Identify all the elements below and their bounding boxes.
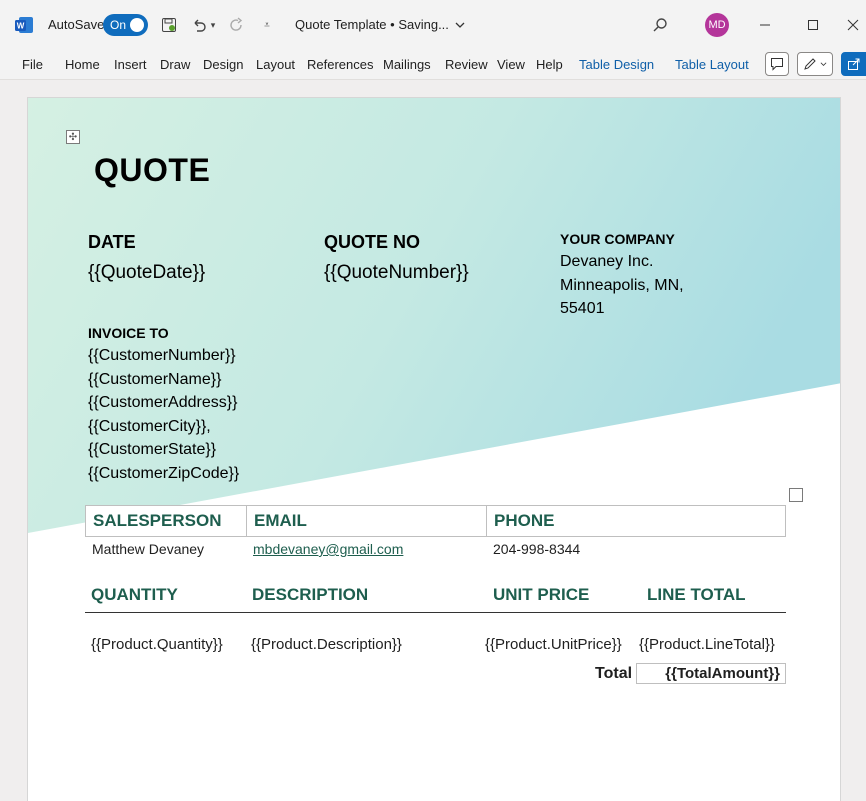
share-icon xyxy=(847,58,859,70)
quote-no-label: QUOTE NO xyxy=(324,232,421,252)
tab-table-design[interactable]: Table Design xyxy=(579,57,654,72)
tab-references[interactable]: References xyxy=(307,57,373,72)
phone-header[interactable]: PHONE xyxy=(487,506,785,536)
document-title-text: Quote Template • Saving... xyxy=(295,17,449,32)
undo-dropdown-chevron-icon[interactable]: ▾ xyxy=(206,14,220,36)
product-line-total-cell[interactable]: {{Product.LineTotal}} xyxy=(639,636,775,653)
company-address: Devaney Inc. Minneapolis, MN, 55401 xyxy=(560,250,684,321)
unit-price-header[interactable]: UNIT PRICE xyxy=(493,585,589,605)
autosave-state: On xyxy=(110,18,127,32)
header-divider xyxy=(85,612,786,613)
tab-layout[interactable]: Layout xyxy=(256,57,295,72)
autosave-label: AutoSave xyxy=(48,17,105,32)
invoice-line: {{CustomerNumber}} xyxy=(88,347,236,364)
comment-icon xyxy=(771,58,783,71)
tab-design[interactable]: Design xyxy=(203,57,243,72)
title-bar: W AutoSave On ▾ ⩡ Quote Template • Savin… xyxy=(0,0,866,50)
tab-view[interactable]: View xyxy=(497,57,525,72)
minimize-button[interactable] xyxy=(752,12,778,38)
tab-draw[interactable]: Draw xyxy=(160,57,190,72)
svg-text:W: W xyxy=(17,22,25,31)
invoice-line: {{CustomerCity}}, xyxy=(88,417,211,435)
email-header[interactable]: EMAIL xyxy=(247,506,487,536)
tab-insert[interactable]: Insert xyxy=(114,57,147,72)
table-resize-handle[interactable] xyxy=(789,488,803,502)
ribbon-tabs: File Home Insert Draw Design Layout Refe… xyxy=(0,50,866,80)
tab-table-layout[interactable]: Table Layout xyxy=(675,57,749,72)
share-button[interactable] xyxy=(841,52,866,76)
company-line: 55401 xyxy=(560,300,605,317)
product-unit-price-cell[interactable]: {{Product.UnitPrice}} xyxy=(485,636,622,653)
avatar-initials: MD xyxy=(708,19,726,31)
company-label: YOUR COMPANY xyxy=(560,231,675,247)
description-header[interactable]: DESCRIPTION xyxy=(252,585,368,605)
comments-button[interactable] xyxy=(765,52,789,76)
close-button[interactable] xyxy=(840,12,866,38)
chevron-down-icon xyxy=(455,22,465,28)
invoice-line: {{CustomerAddress}} xyxy=(88,394,238,411)
avatar[interactable]: MD xyxy=(705,13,729,37)
save-icon[interactable] xyxy=(158,14,180,36)
tab-file[interactable]: File xyxy=(22,57,43,72)
invoice-to-label: INVOICE TO xyxy=(88,325,169,341)
product-quantity-cell[interactable]: {{Product.Quantity}} xyxy=(91,636,223,653)
chevron-down-icon xyxy=(820,61,827,66)
quantity-header[interactable]: QUANTITY xyxy=(91,585,178,605)
line-total-header[interactable]: LINE TOTAL xyxy=(647,585,746,605)
tab-home[interactable]: Home xyxy=(65,57,100,72)
customize-toolbar-icon[interactable]: ⩡ xyxy=(256,14,278,36)
autosave-toggle[interactable]: On xyxy=(103,14,148,36)
tab-review[interactable]: Review xyxy=(445,57,488,72)
salesperson-name[interactable]: Matthew Devaney xyxy=(92,541,204,557)
quote-title: QUOTE xyxy=(94,152,211,188)
date-value: {{QuoteDate}} xyxy=(88,262,206,283)
tab-mailings[interactable]: Mailings xyxy=(383,57,431,72)
redo-icon[interactable] xyxy=(226,14,248,36)
salesperson-phone[interactable]: 204-998-8344 xyxy=(493,541,580,557)
product-description-cell[interactable]: {{Product.Description}} xyxy=(251,636,402,653)
document-canvas[interactable]: ✣ QUOTE DATE {{QuoteDate}} QUOTE NO {{Qu… xyxy=(0,80,866,801)
invoice-line: {{CustomerState}} xyxy=(88,441,217,458)
document-title[interactable]: Quote Template • Saving... xyxy=(295,17,465,32)
invoice-to-block: {{CustomerNumber}} {{CustomerName}} {{Cu… xyxy=(88,344,239,485)
salesperson-email-link[interactable]: mbdevaney@gmail.com xyxy=(253,541,403,557)
word-logo-icon[interactable]: W xyxy=(14,15,34,35)
tab-help[interactable]: Help xyxy=(536,57,563,72)
invoice-line: {{CustomerName}} xyxy=(88,370,222,388)
document-page[interactable]: ✣ QUOTE DATE {{QuoteDate}} QUOTE NO {{Qu… xyxy=(27,97,841,801)
maximize-button[interactable] xyxy=(800,12,826,38)
search-icon[interactable] xyxy=(649,14,671,36)
quote-no-value: {{QuoteNumber}} xyxy=(324,262,469,283)
salesperson-header[interactable]: SALESPERSON xyxy=(86,506,247,536)
company-line: Devaney Inc. xyxy=(560,253,654,270)
toggle-knob xyxy=(130,18,144,32)
date-label: DATE xyxy=(88,232,136,252)
total-label: Total xyxy=(595,665,633,682)
table-move-handle-icon[interactable]: ✣ xyxy=(66,130,80,144)
invoice-line: {{CustomerZipCode}} xyxy=(88,464,240,482)
company-line: Minneapolis, MN, xyxy=(560,276,684,294)
editing-mode-button[interactable] xyxy=(797,52,833,76)
pencil-icon xyxy=(804,58,816,70)
salesperson-table-header[interactable]: SALESPERSON EMAIL PHONE xyxy=(85,505,786,537)
total-amount-cell[interactable]: {{TotalAmount}} xyxy=(636,663,786,684)
